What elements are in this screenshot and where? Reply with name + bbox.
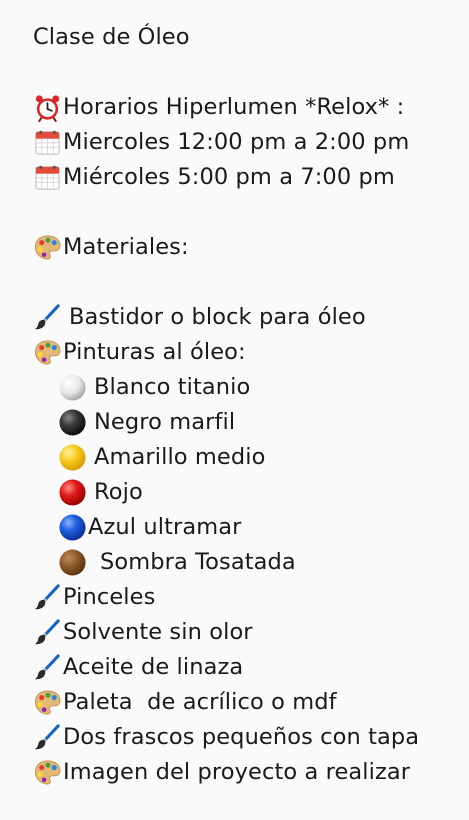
paintbrush-icon	[33, 303, 62, 332]
paint-item: Rojo	[33, 475, 463, 510]
white-circle-icon	[58, 373, 87, 402]
message-body: Clase de Óleo Horarios Hiperlumen *Relox…	[33, 20, 463, 790]
paint-item: Sombra Tosatada	[33, 545, 463, 580]
calendar-icon	[33, 163, 62, 192]
palette-icon	[33, 688, 62, 717]
palette-icon	[33, 233, 62, 262]
paint-text: Blanco titanio	[94, 374, 251, 400]
material-item: Aceite de linaza	[33, 650, 463, 685]
paint-text: Negro marfil	[94, 409, 236, 435]
material-text: Bastidor o block para óleo	[69, 304, 366, 330]
schedule-line: Miércoles 5:00 pm a 7:00 pm	[33, 160, 463, 195]
palette-icon	[33, 758, 62, 787]
material-item: Solvente sin olor	[33, 615, 463, 650]
schedule-text: Miercoles 12:00 pm a 2:00 pm	[63, 129, 410, 155]
schedule-header-text: Horarios Hiperlumen *Relox* :	[63, 94, 405, 120]
material-text: Imagen del proyecto a realizar	[63, 759, 411, 785]
paint-text: Azul ultramar	[88, 514, 242, 540]
title-text: Clase de Óleo	[33, 24, 190, 50]
materials-header-text: Materiales:	[63, 234, 189, 260]
paint-item: Amarillo medio	[33, 440, 463, 475]
yellow-circle-icon	[58, 443, 87, 472]
palette-icon	[33, 338, 62, 367]
schedule-line: Miercoles 12:00 pm a 2:00 pm	[33, 125, 463, 160]
material-text: Pinceles	[63, 584, 156, 610]
brown-circle-icon	[58, 548, 87, 577]
material-text: Aceite de linaza	[63, 654, 244, 680]
calendar-icon	[33, 128, 62, 157]
material-text: Dos frascos pequeños con tapa	[63, 724, 420, 750]
message-title: Clase de Óleo	[33, 20, 463, 55]
paint-text: Amarillo medio	[94, 444, 266, 470]
paint-text: Rojo	[94, 479, 143, 505]
paintbrush-icon	[33, 723, 62, 752]
blue-circle-icon	[58, 513, 87, 542]
material-item: Paleta de acrílico o mdf	[33, 685, 463, 720]
paint-text: Sombra Tosatada	[100, 549, 296, 575]
black-circle-icon	[58, 408, 87, 437]
materials-header: Materiales:	[33, 230, 463, 265]
paintbrush-icon	[33, 618, 62, 647]
material-text: Paleta de acrílico o mdf	[63, 689, 337, 715]
paint-item: Negro marfil	[33, 405, 463, 440]
red-circle-icon	[58, 478, 87, 507]
paint-item: Azul ultramar	[33, 510, 463, 545]
paint-item: Blanco titanio	[33, 370, 463, 405]
alarm-clock-icon	[33, 93, 62, 122]
material-text: Solvente sin olor	[63, 619, 253, 645]
material-text: Pinturas al óleo:	[63, 339, 246, 365]
material-item: Pinturas al óleo:	[33, 335, 463, 370]
paintbrush-icon	[33, 653, 62, 682]
material-item: Bastidor o block para óleo	[33, 300, 463, 335]
schedule-header: Horarios Hiperlumen *Relox* :	[33, 90, 463, 125]
material-item: Imagen del proyecto a realizar	[33, 755, 463, 790]
paintbrush-icon	[33, 583, 62, 612]
material-item: Dos frascos pequeños con tapa	[33, 720, 463, 755]
schedule-text: Miércoles 5:00 pm a 7:00 pm	[63, 164, 395, 190]
material-item: Pinceles	[33, 580, 463, 615]
